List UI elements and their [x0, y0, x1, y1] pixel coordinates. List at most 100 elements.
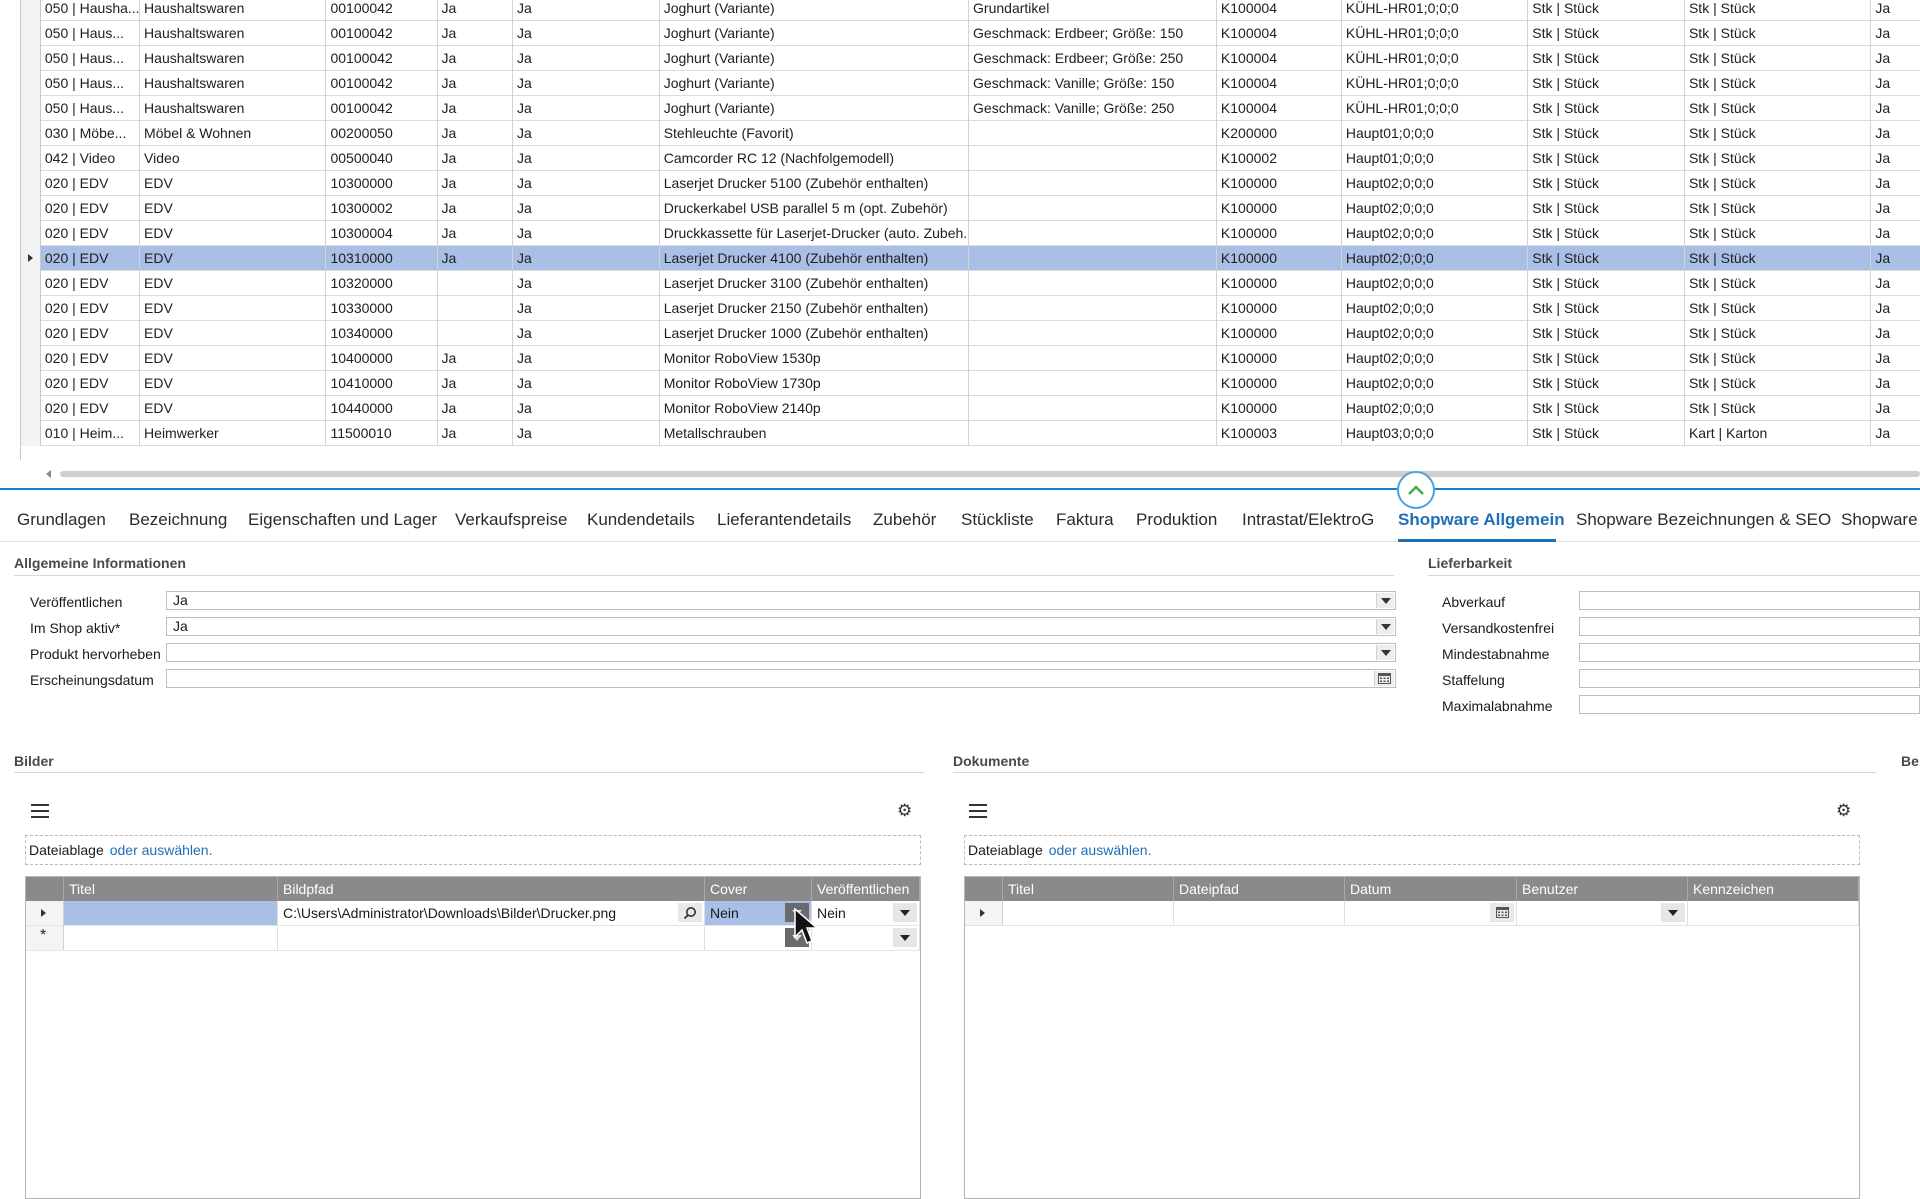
cell-artikelnummer[interactable]: 10300000	[326, 171, 438, 196]
cell-warengruppe[interactable]: 050 | Hausha...	[41, 0, 141, 21]
cell-verkauf-einheit[interactable]: Stk | Stück	[1685, 196, 1872, 221]
bilder-new-row[interactable]: *	[26, 926, 920, 951]
cell-aktiv[interactable]: Ja	[438, 21, 513, 46]
cell-aktiv[interactable]: Ja	[438, 396, 513, 421]
dropdown-arrow-icon[interactable]	[1661, 903, 1685, 922]
cell-konto[interactable]: K100000	[1217, 196, 1342, 221]
cell-aktiv[interactable]: Ja	[438, 221, 513, 246]
cell-artikelnummer[interactable]: 10340000	[326, 321, 438, 346]
cell-warengruppe[interactable]: 020 | EDV	[41, 296, 141, 321]
cell-warengruppe-name[interactable]: Heimwerker	[140, 421, 327, 446]
field-staffelung[interactable]	[1579, 669, 1920, 688]
cell-shop[interactable]: Ja	[513, 346, 660, 371]
tab-produktion[interactable]: Produktion	[1136, 510, 1217, 530]
cell-lagerplatz[interactable]: Haupt02;0;0;0	[1342, 346, 1529, 371]
cell-artikelnummer[interactable]: 00500040	[326, 146, 438, 171]
cell-artikelnummer[interactable]: 10330000	[326, 296, 438, 321]
scroll-left-icon[interactable]	[46, 470, 51, 478]
cell-artikelnummer[interactable]: 00100042	[326, 0, 438, 21]
cell-verkauf-einheit[interactable]: Stk | Stück	[1685, 46, 1872, 71]
cell-lagerplatz[interactable]: Haupt01;0;0;0	[1342, 146, 1529, 171]
cell-bezeichnung[interactable]: Laserjet Drucker 4100 (Zubehör enthalten…	[660, 246, 970, 271]
select-file-link[interactable]: oder auswählen.	[1049, 842, 1152, 858]
cell-veroeffentlichen-new[interactable]	[812, 926, 920, 950]
cell-bildpfad-new[interactable]	[278, 926, 705, 950]
cell-lager-einheit[interactable]: Stk | Stück	[1528, 346, 1685, 371]
field-mindestabnahme[interactable]	[1579, 643, 1920, 662]
cell-warengruppe-name[interactable]: Möbel & Wohnen	[140, 121, 327, 146]
cell-lager-einheit[interactable]: Stk | Stück	[1528, 171, 1685, 196]
cell-konto[interactable]: K100004	[1217, 96, 1342, 121]
horizontal-scrollbar[interactable]	[20, 467, 1920, 481]
tab-zubehoer[interactable]: Zubehör	[873, 510, 936, 530]
cell-konto[interactable]: K100000	[1217, 371, 1342, 396]
cell-konto[interactable]: K100000	[1217, 221, 1342, 246]
cell-lager-einheit[interactable]: Stk | Stück	[1528, 96, 1685, 121]
cell-bezeichnung[interactable]: Camcorder RC 12 (Nachfolgemodell)	[660, 146, 970, 171]
table-row[interactable]: 020 | EDV EDV 10300004 Ja Ja Druckkassette fü…	[21, 221, 1920, 246]
tab-shopware-allgemein[interactable]: Shopware Allgemein	[1398, 510, 1565, 530]
cell-variante[interactable]: Geschmack: Erdbeer; Größe: 250	[969, 46, 1217, 71]
cell-aktiv[interactable]: Ja	[438, 171, 513, 196]
cell-variante[interactable]	[969, 246, 1217, 271]
cell-verkauf-einheit[interactable]: Stk | Stück	[1685, 71, 1872, 96]
tab-stueckliste[interactable]: Stückliste	[961, 510, 1034, 530]
cell-warengruppe-name[interactable]: EDV	[140, 346, 327, 371]
cell-warengruppe-name[interactable]: EDV	[140, 296, 327, 321]
cell-bezeichnung[interactable]: Monitor RoboView 2140p	[660, 396, 970, 421]
cell-shop[interactable]: Ja	[513, 96, 660, 121]
cell-variante[interactable]	[969, 121, 1217, 146]
cell-warengruppe[interactable]: 050 | Haus...	[41, 96, 141, 121]
table-row[interactable]: 020 | EDV EDV 10440000 Ja Ja Monitor RoboView…	[21, 396, 1920, 421]
bilder-row[interactable]: C:\Users\Administrator\Downloads\Bilder\…	[26, 901, 920, 926]
cell-bildpfad[interactable]: C:\Users\Administrator\Downloads\Bilder\…	[278, 901, 705, 925]
cell-warengruppe[interactable]: 020 | EDV	[41, 221, 141, 246]
cell-lagerplatz[interactable]: Haupt02;0;0;0	[1342, 246, 1529, 271]
cell-artikelnummer[interactable]: 10410000	[326, 371, 438, 396]
cell-warengruppe[interactable]: 030 | Möbe...	[41, 121, 141, 146]
table-row[interactable]: 050 | Hausha... Haushaltswaren 00100042 Ja J…	[21, 0, 1920, 21]
cell-flag[interactable]: Ja	[1871, 46, 1920, 71]
cell-bezeichnung[interactable]: Stehleuchte (Favorit)	[660, 121, 970, 146]
column-header-titel[interactable]: Titel	[1003, 877, 1174, 901]
cell-shop[interactable]: Ja	[513, 21, 660, 46]
field-abverkauf[interactable]	[1579, 591, 1920, 610]
cell-flag[interactable]: Ja	[1871, 221, 1920, 246]
cell-titel[interactable]	[1003, 901, 1174, 925]
cell-shop[interactable]: Ja	[513, 171, 660, 196]
cell-flag[interactable]: Ja	[1871, 271, 1920, 296]
calendar-icon[interactable]	[1374, 671, 1394, 686]
cell-warengruppe[interactable]: 010 | Heim...	[41, 421, 141, 446]
cell-lagerplatz[interactable]: Haupt02;0;0;0	[1342, 171, 1529, 196]
cell-bezeichnung[interactable]: Joghurt (Variante)	[660, 46, 970, 71]
gear-icon[interactable]: ⚙	[897, 802, 912, 819]
cell-lagerplatz[interactable]: KÜHL-HR01;0;0;0	[1342, 46, 1529, 71]
cell-bezeichnung[interactable]: Monitor RoboView 1530p	[660, 346, 970, 371]
dropdown-arrow-icon[interactable]	[1376, 619, 1394, 634]
cell-shop[interactable]: Ja	[513, 321, 660, 346]
cell-titel[interactable]	[64, 901, 278, 925]
cell-variante[interactable]	[969, 371, 1217, 396]
table-row[interactable]: 020 | EDV EDV 10300000 Ja Ja Laserjet Drucker…	[21, 171, 1920, 196]
cell-lagerplatz[interactable]: Haupt01;0;0;0	[1342, 121, 1529, 146]
cell-warengruppe-name[interactable]: EDV	[140, 371, 327, 396]
cell-flag[interactable]: Ja	[1871, 421, 1920, 446]
cell-verkauf-einheit[interactable]: Stk | Stück	[1685, 396, 1872, 421]
dropdown-arrow-icon[interactable]	[893, 903, 917, 922]
cell-shop[interactable]: Ja	[513, 396, 660, 421]
cell-konto[interactable]: K100004	[1217, 0, 1342, 21]
cell-variante[interactable]	[969, 421, 1217, 446]
cell-shop[interactable]: Ja	[513, 121, 660, 146]
cell-lager-einheit[interactable]: Stk | Stück	[1528, 146, 1685, 171]
bilder-dropzone[interactable]: Dateiablage oder auswählen.	[25, 835, 921, 865]
cell-warengruppe-name[interactable]: EDV	[140, 271, 327, 296]
cell-variante[interactable]	[969, 271, 1217, 296]
cell-kennzeichen[interactable]	[1688, 901, 1859, 925]
cell-warengruppe-name[interactable]: EDV	[140, 196, 327, 221]
cell-variante[interactable]	[969, 146, 1217, 171]
gear-icon[interactable]: ⚙	[1836, 802, 1851, 819]
table-row[interactable]: 020 | EDV EDV 10340000 Ja Laserjet Drucker 1…	[21, 321, 1920, 346]
cell-bezeichnung[interactable]: Laserjet Drucker 3100 (Zubehör enthalten…	[660, 271, 970, 296]
column-header-kennzeichen[interactable]: Kennzeichen	[1688, 877, 1859, 901]
cell-flag[interactable]: Ja	[1871, 321, 1920, 346]
